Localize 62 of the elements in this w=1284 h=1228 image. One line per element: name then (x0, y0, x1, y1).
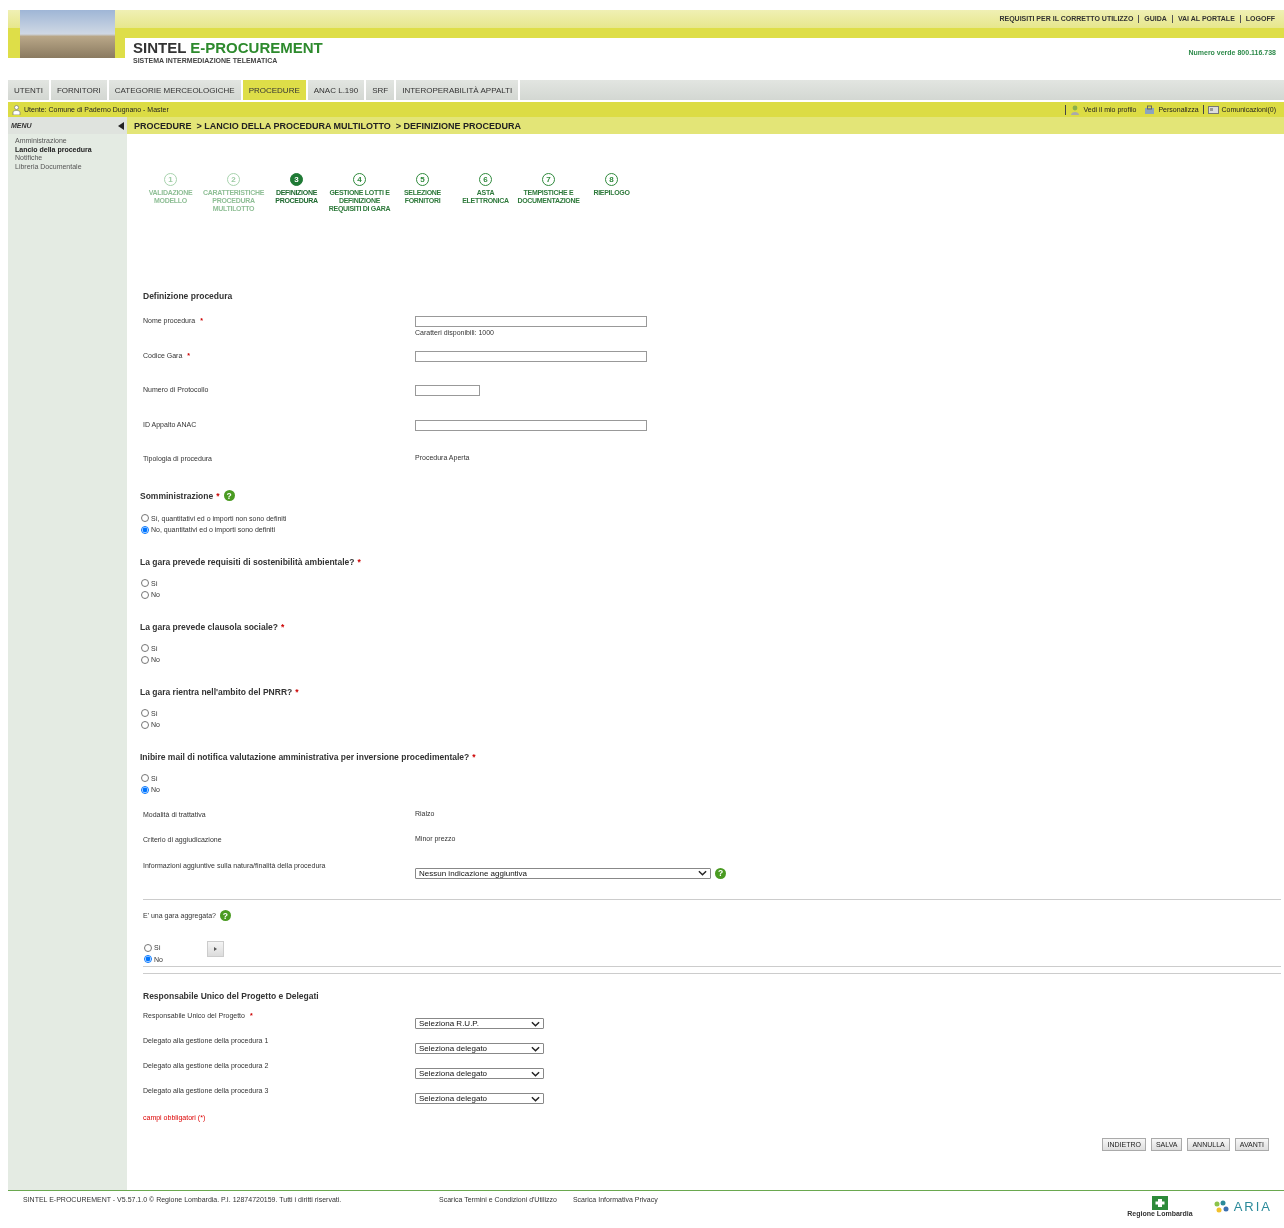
section-title: Definizione procedura (143, 291, 234, 303)
dropdown[interactable]: Nessun indicazione aggiuntiva (415, 867, 711, 879)
step-number[interactable]: 7 (542, 173, 555, 186)
radio-button[interactable] (144, 943, 152, 952)
chevron-down-icon (531, 1020, 540, 1027)
chevron-down-icon (531, 1095, 540, 1102)
question-title: Inibire mail di notifica valutazione amministrativa per inversione procedimentale? (140, 751, 470, 762)
required-mark: * (472, 751, 476, 762)
radio-button[interactable] (144, 955, 152, 964)
text-field[interactable] (415, 350, 647, 362)
step-number[interactable]: 6 (479, 173, 492, 186)
help-icon[interactable]: ? (219, 910, 231, 921)
logo-text: ARIA (1233, 1199, 1272, 1214)
question-title: La gara rientra nell'ambito del PNRR? (140, 686, 293, 697)
question-title: Somministrazione (140, 490, 214, 501)
cross-logo-icon (1152, 1196, 1168, 1210)
text-field[interactable] (415, 385, 480, 396)
chevron-down-icon (531, 1045, 540, 1052)
step-number[interactable]: 3 (290, 173, 303, 186)
help-icon[interactable]: ? (223, 490, 235, 501)
nav-tab[interactable]: PROCEDURE (242, 80, 308, 100)
dropdown[interactable]: Seleziona delegato (415, 1068, 544, 1079)
dropdown[interactable]: Seleziona delegato (415, 1093, 544, 1104)
text-field[interactable] (415, 316, 647, 327)
envelope-icon (1207, 105, 1219, 114)
radio-button[interactable] (141, 720, 149, 729)
app-title: SINTEL E-PROCUREMENT (133, 39, 323, 57)
section-title: Responsabile Unico del Progetto e Delegati (143, 991, 320, 1003)
dots-logo-icon (1212, 1199, 1231, 1214)
radio-button[interactable] (141, 774, 149, 783)
collapse-icon[interactable] (118, 121, 124, 130)
step-number[interactable]: 5 (416, 173, 429, 186)
question-title: La gara prevede clausola sociale? (140, 621, 278, 632)
radio-button[interactable] (141, 644, 149, 653)
radio-button[interactable] (141, 655, 149, 664)
chevron-down-icon (698, 870, 707, 877)
radio-button[interactable] (141, 785, 149, 794)
dropdown[interactable]: Seleziona delegato (415, 1043, 544, 1054)
person-icon (1069, 104, 1081, 115)
radio-button[interactable] (141, 590, 149, 599)
step-number[interactable]: 4 (353, 173, 366, 186)
question-title: La gara prevede requisiti di sostenibilità ambientale? (140, 556, 355, 567)
radio-button[interactable] (141, 525, 149, 534)
radio-button[interactable] (141, 709, 149, 718)
required-mark: * (295, 686, 299, 697)
chevron-down-icon (531, 1070, 540, 1077)
help-icon[interactable]: ? (715, 867, 726, 879)
text-field[interactable] (415, 419, 647, 431)
radio-button[interactable] (141, 579, 149, 588)
breadcrumb-item[interactable]: > DEFINIZIONE PROCEDURA (395, 120, 522, 131)
step-number[interactable]: 8 (605, 173, 618, 186)
radio-button[interactable] (141, 514, 149, 523)
arrow-button[interactable] (206, 941, 224, 957)
breadcrumb-item[interactable]: > LANCIO DELLA PROCEDURA MULTILOTTO (196, 120, 391, 131)
dropdown[interactable]: Seleziona R.U.P. (415, 1018, 544, 1029)
required-mark: * (216, 490, 220, 501)
required-mark: * (280, 621, 285, 632)
user-icon (12, 104, 21, 115)
toolbox-icon (1144, 104, 1156, 115)
breadcrumb-item[interactable]: PROCEDURE (134, 120, 192, 131)
required-mark: * (357, 556, 361, 567)
play-icon (213, 947, 217, 951)
